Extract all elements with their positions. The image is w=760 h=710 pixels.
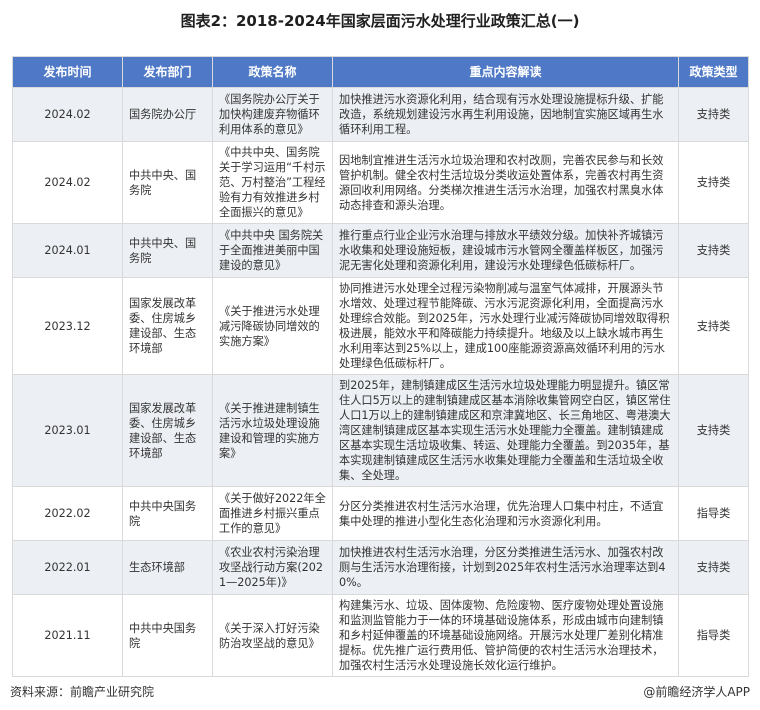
table-row: 2022.01 生态环境部 《农业农村污染治理攻坚战行动方案(2021—2025…	[12, 540, 749, 595]
table-row: 2023.12 国家发展改革委、住房城乡建设部、生态环境部 《关于推进污水处理减…	[12, 277, 749, 375]
cell-date: 2022.02	[12, 486, 123, 541]
source-note: 资料来源：前瞻产业研究院	[10, 685, 155, 699]
col-header-content: 重点内容解读	[332, 56, 679, 88]
cell-date: 2024.02	[12, 87, 123, 142]
cell-type: 支持类	[678, 540, 749, 595]
cell-dept: 国家发展改革委、住房城乡建设部、生态环境部	[122, 374, 213, 487]
cell-dept: 生态环境部	[122, 540, 213, 595]
cell-date: 2024.02	[12, 141, 123, 224]
table-row: 2023.01 国家发展改革委、住房城乡建设部、生态环境部 《关于推进建制镇生活…	[12, 374, 749, 487]
cell-content: 加快推进农村生活污水治理，分区分类推进生活污水、加强农村改厕与生活污水治理衔接，…	[332, 540, 679, 595]
cell-policy-name: 《关于做好2022年全面推进乡村振兴重点工作的意见》	[212, 486, 333, 541]
cell-type: 支持类	[678, 87, 749, 142]
cell-content: 构建集污水、垃圾、固体废物、危险废物、医疗废物处理处置设施和监测监管能力于一体的…	[332, 594, 679, 677]
cell-type: 支持类	[678, 141, 749, 224]
cell-date: 2021.11	[12, 594, 123, 677]
brand-credit: @前瞻经济学人APP	[643, 685, 750, 699]
cell-content: 分区分类推进农村生活污水治理，优先治理人口集中村庄，不适宜集中处理的推进小型化生…	[332, 486, 679, 541]
cell-dept: 中共中央国务院	[122, 486, 213, 541]
cell-type: 支持类	[678, 223, 749, 278]
cell-content: 协同推进污水处理全过程污染物削减与温室气体减排，开展源头节水增效、处理过程节能降…	[332, 277, 679, 375]
cell-dept: 中共中央、国务院	[122, 223, 213, 278]
cell-dept: 国务院办公厅	[122, 87, 213, 142]
cell-dept: 中共中央、国务院	[122, 141, 213, 224]
cell-type: 支持类	[678, 374, 749, 487]
cell-date: 2022.01	[12, 540, 123, 595]
cell-date: 2023.12	[12, 277, 123, 375]
cell-date: 2024.01	[12, 223, 123, 278]
table-row: 2022.02 中共中央国务院 《关于做好2022年全面推进乡村振兴重点工作的意…	[12, 486, 749, 541]
table-row: 2024.02 国务院办公厅 《国务院办公厅关于加快构建废弃物循环利用体系的意见…	[12, 87, 749, 142]
table-row: 2024.02 中共中央、国务院 《中共中央、国务院关于学习运用“千村示范、万村…	[12, 141, 749, 224]
cell-policy-name: 《关于推进污水处理减污降碳协同增效的实施方案》	[212, 277, 333, 375]
cell-policy-name: 《关于推进建制镇生活污水垃圾处理设施建设和管理的实施方案》	[212, 374, 333, 487]
cell-policy-name: 《中共中央、国务院关于学习运用“千村示范、万村整治”工程经验有力有效推进乡村全面…	[212, 141, 333, 224]
table-header-row: 发布时间 发布部门 政策名称 重点内容解读 政策类型	[12, 56, 749, 88]
cell-type: 支持类	[678, 277, 749, 375]
col-header-dept: 发布部门	[122, 56, 213, 88]
cell-type: 指导类	[678, 486, 749, 541]
cell-dept: 中共中央国务院	[122, 594, 213, 677]
cell-policy-name: 《农业农村污染治理攻坚战行动方案(2021—2025年)》	[212, 540, 333, 595]
col-header-type: 政策类型	[678, 56, 749, 88]
table-row: 2021.11 中共中央国务院 《关于深入打好污染防治攻坚战的意见》 构建集污水…	[12, 594, 749, 677]
cell-policy-name: 《国务院办公厅关于加快构建废弃物循环利用体系的意见》	[212, 87, 333, 142]
col-header-name: 政策名称	[212, 56, 333, 88]
table-row: 2024.01 中共中央、国务院 《中共中央 国务院关于全面推进美丽中国建设的意…	[12, 223, 749, 278]
cell-policy-name: 《中共中央 国务院关于全面推进美丽中国建设的意见》	[212, 223, 333, 278]
cell-content: 推行重点行业企业污水治理与排放水平绩效分级。加快补齐城镇污水收集和处理设施短板，…	[332, 223, 679, 278]
cell-date: 2023.01	[12, 374, 123, 487]
policy-table: 发布时间 发布部门 政策名称 重点内容解读 政策类型 2024.02 国务院办公…	[12, 56, 749, 677]
figure-title: 图表2：2018-2024年国家层面污水处理行业政策汇总(一)	[180, 12, 580, 30]
cell-dept: 国家发展改革委、住房城乡建设部、生态环境部	[122, 277, 213, 375]
cell-type: 指导类	[678, 594, 749, 677]
cell-content: 到2025年，建制镇建成区生活污水垃圾处理能力明显提升。镇区常住人口5万以上的建…	[332, 374, 679, 487]
cell-content: 加快推进污水资源化利用，结合现有污水处理设施提标升级、扩能改造，系统规划建设污水…	[332, 87, 679, 142]
col-header-date: 发布时间	[12, 56, 123, 88]
cell-policy-name: 《关于深入打好污染防治攻坚战的意见》	[212, 594, 333, 677]
cell-content: 因地制宜推进生活污水垃圾治理和农村改厕，完善农民参与和长效管护机制。健全农村生活…	[332, 141, 679, 224]
